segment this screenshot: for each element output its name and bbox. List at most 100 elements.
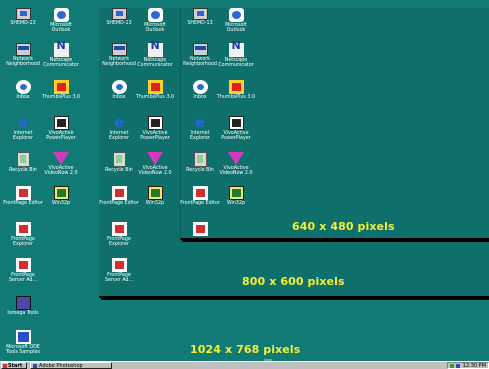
desktop-icon-ie[interactable]: Internet Explorer [180,116,220,142]
desktop-icon-ms-ode[interactable]: Microsoft ODE Tools Samples [3,330,43,356]
thumbsplus-icon [147,80,163,94]
icon-label: Internet Explorer [13,131,33,142]
volume-icon[interactable] [450,364,454,368]
inbox-icon [15,80,31,94]
desktop-icon-fp-editor[interactable]: FrontPage Editor [3,186,43,206]
desktop-icon-outlook[interactable]: Microsoft Outlook [216,8,256,34]
desktop-icon-network[interactable]: Network Neighborhood [99,43,139,68]
win32-icon [147,186,163,200]
icon-label: Win32p [145,201,165,206]
desktop-icon-thumbsplus[interactable]: ThumbsPlus 3.0 [135,80,175,100]
icon-label: SHEMD-13 [187,21,213,26]
inbox-icon [192,80,208,94]
desktop-icon-fp-server[interactable]: FrontPage Server Ad... [99,258,139,284]
desktop-icon-network[interactable]: Network Neighborhood [3,43,43,68]
netscape-icon [53,43,69,57]
system-tray: 12:30 PM [447,362,489,369]
desktop-icon-outlook[interactable]: Microsoft Outlook [41,8,81,34]
icon-label: FrontPage Server Ad... [8,273,38,284]
desktop-icon-powerplayer[interactable]: VivoActive PowerPlayer [41,116,81,142]
desktop-icon-netscape[interactable]: Netscape Communicator [41,43,81,69]
computer-icon [15,8,31,20]
network-icon [15,43,31,56]
desktop-icon-fp-editor[interactable]: FrontPage Editor [99,186,139,206]
inbox-icon [111,80,127,94]
icon-label: FrontPage Explorer [107,237,131,248]
frontpage-explorer-icon [15,222,31,236]
desktop-icon-powerplayer[interactable]: VivoActive PowerPlayer [135,116,175,142]
start-button[interactable]: Start [1,362,27,369]
icon-label: Inbox [112,95,126,100]
icon-label: Internet Explorer [109,131,129,142]
recycle-bin-icon [16,152,30,167]
desktop-icon-ie[interactable]: Internet Explorer [99,116,139,142]
desktop-icon-videonow[interactable]: VivoActive VideoNow 2.0 [216,152,256,177]
desktop-icon-fp-editor[interactable]: FrontPage Editor [180,186,220,206]
netscape-icon [228,43,244,57]
desktop-icon-my-computer[interactable]: SHEMD-13 [99,8,139,26]
win32-icon [228,186,244,200]
desktop-icon-videonow[interactable]: VivoActive VideoNow 2.0 [41,152,81,177]
taskbar-item-photoshop[interactable]: Adobe Photoshop [30,362,112,369]
powerplayer-icon [147,116,163,130]
desktop-icon-powerplayer[interactable]: VivoActive PowerPlayer [216,116,256,142]
desktop-icon-win32[interactable]: Win32p [135,186,175,206]
icon-label: Win32p [51,201,71,206]
desktop-icon-win32[interactable]: Win32p [41,186,81,206]
resolution-label-640: 640 x 480 pixels [292,220,395,233]
icon-label: Netscape Communicator [137,58,173,69]
desktop-icon-my-computer[interactable]: SHEMD-13 [180,8,220,26]
icon-label: FrontPage Server Ad... [104,273,134,284]
desktop-icon-videonow[interactable]: VivoActive VideoNow 2.0 [135,152,175,177]
desktop-icon-my-computer[interactable]: SHEMD-13 [3,8,43,26]
icon-label: Iomega Tools [7,311,39,316]
desktop-icon-inbox[interactable]: Inbox [3,80,43,100]
icon-label: FrontPage Explorer [11,237,35,248]
icon-label: VivoActive VideoNow 2.0 [219,166,253,177]
desktop-icon-fp-server[interactable]: FrontPage Server Ad... [3,258,43,284]
recycle-bin-icon [193,152,207,167]
icon-label: SHEMD-13 [106,21,132,26]
network-icon [192,43,208,56]
desktop-icon-outlook[interactable]: Microsoft Outlook [135,8,175,34]
desktop-icon-netscape[interactable]: Netscape Communicator [216,43,256,69]
desktop-icon-netscape[interactable]: Netscape Communicator [135,43,175,69]
desktop-icon-iomega[interactable]: Iomega Tools [3,296,43,316]
icon-label: Microsoft Outlook [225,23,247,34]
videonow-icon [228,152,244,165]
network-tray-icon[interactable] [456,364,460,368]
icon-label: Microsoft Outlook [144,23,166,34]
desktop-icon-win32[interactable]: Win32p [216,186,256,206]
icon-label: Microsoft ODE Tools Samples [6,345,40,356]
win32-icon [53,186,69,200]
icon-label: Recycle Bin [9,168,37,173]
desktop-icon-recycle-bin[interactable]: Recycle Bin [180,152,220,173]
icon-label: Netscape Communicator [43,58,79,69]
icon-label: FrontPage Editor [99,201,139,206]
netscape-icon [147,43,163,57]
resolution-label-800: 800 x 600 pixels [242,275,345,288]
icon-label: SHEMD-13 [10,21,36,26]
frontpage-editor-icon [111,186,127,200]
desktop-icon-inbox[interactable]: Inbox [180,80,220,100]
outlook-icon [228,8,244,22]
icon-label: Network Neighborhood [102,57,136,68]
desktop-icon-fp-explorer[interactable]: FrontPage Explorer [3,222,43,248]
desktop-icon-ie[interactable]: Internet Explorer [3,116,43,142]
internet-explorer-icon [16,116,31,130]
desktop-icon-recycle-bin[interactable]: Recycle Bin [3,152,43,173]
frontpage-editor-icon [192,186,208,200]
icon-label: Network Neighborhood [6,57,40,68]
desktop-icon-fp-explorer[interactable] [180,222,220,237]
desktop-icon-network[interactable]: Network Neighborhood [180,43,220,68]
desktop-icon-recycle-bin[interactable]: Recycle Bin [99,152,139,173]
desktop-icon-inbox[interactable]: Inbox [99,80,139,100]
desktop-icon-fp-explorer[interactable]: FrontPage Explorer [99,222,139,248]
start-label: Start [8,363,23,369]
icon-label: Microsoft Outlook [50,23,72,34]
frontpage-editor-icon [15,186,31,200]
desktop-icon-thumbsplus[interactable]: ThumbsPlus 3.0 [216,80,256,100]
icon-label: Inbox [16,95,30,100]
desktop-icon-thumbsplus[interactable]: ThumbsPlus 3.0 [41,80,81,100]
icon-label: ThumbsPlus 3.0 [41,95,81,100]
